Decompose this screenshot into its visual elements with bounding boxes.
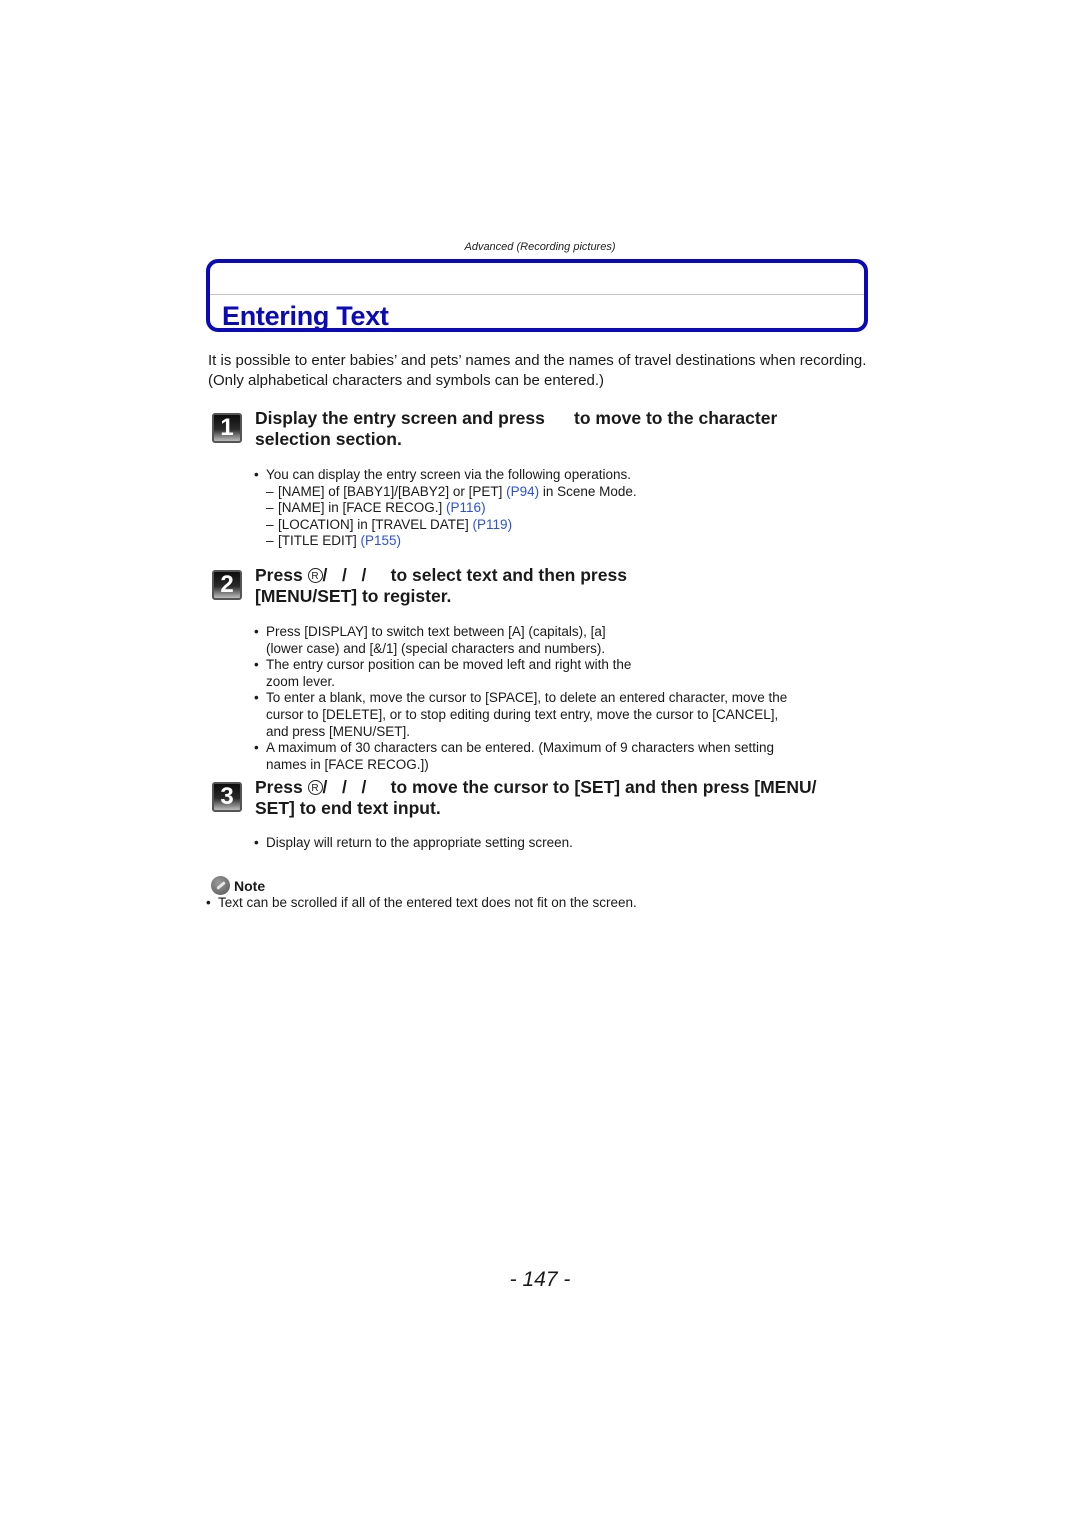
page-link-p116[interactable]: (P116) [446, 500, 486, 515]
step-title-text: / / / to move the cursor to [SET] and th… [322, 777, 817, 797]
note-heading: Note [211, 876, 265, 895]
bullet-item: A maximum of 30 characters can be entere… [254, 740, 787, 773]
step-number-badge: 1 [212, 413, 242, 443]
step-title-line: Press R / / / to select text and then pre… [255, 565, 627, 586]
step-number-badge: 2 [212, 570, 242, 600]
pencil-note-icon [211, 876, 230, 895]
bullet-item: Display will return to the appropriate s… [254, 835, 573, 852]
step-title-text: Press [255, 565, 308, 585]
intro-paragraph: It is possible to enter babies’ and pets… [208, 352, 867, 389]
sub-item: – [NAME] in [FACE RECOG.] (P116) [266, 500, 486, 516]
sub-item-text: [TITLE EDIT] [278, 533, 361, 549]
sub-item-text: [NAME] in [FACE RECOG.] [278, 500, 447, 516]
bullet-line: Press [DISPLAY] to switch text between [… [266, 624, 606, 639]
step-1-bullets: You can display the entry screen via the… [254, 467, 637, 550]
step-title-text: Press [255, 777, 308, 797]
bullet-line: A maximum of 30 characters can be entere… [266, 740, 774, 756]
title-box: Entering Text [206, 259, 868, 332]
step-title-line: [MENU/SET] to register. [255, 586, 452, 606]
step-title-text: / / / to select text and then press [322, 565, 627, 585]
step-title-line: Display the entry screen and press to mo… [255, 408, 778, 428]
sub-item: – [LOCATION] in [TRAVEL DATE] (P119) [266, 516, 513, 532]
sub-item-text: [LOCATION] in [TRAVEL DATE] [278, 516, 473, 532]
bullet-text: You can display the entry screen via the… [266, 467, 631, 482]
sub-item: – [NAME] of [BABY1]/[BABY2] or [PET] (P94… [266, 483, 637, 499]
step-title: Display the entry screen and press to mo… [255, 408, 777, 450]
bullet-line: and press [MENU/SET]. [266, 723, 411, 739]
step-title: Press R / / / to move the cursor to [SET]… [255, 777, 817, 819]
page-title: Entering Text [222, 301, 389, 331]
page-number: - 147 - [509, 1268, 571, 1291]
note-heading-text: Note [234, 878, 266, 894]
r-button-icon: R [307, 780, 323, 795]
bullet-item: Press [DISPLAY] to switch text between [… [254, 624, 787, 657]
bullet-line: names in [FACE RECOG.]) [266, 756, 429, 772]
sub-item-text: in Scene Mode. [539, 483, 637, 499]
sub-item: – [TITLE EDIT] (P155) [266, 533, 402, 549]
page-link-p94[interactable]: (P94) [506, 484, 539, 499]
title-divider [210, 294, 864, 295]
note-item: Text can be scrolled if all of the enter… [206, 895, 637, 912]
step-3-bullets: Display will return to the appropriate s… [254, 835, 573, 852]
step-title-line: SET] to end text input. [255, 798, 441, 818]
bullet-item: You can display the entry screen via the… [254, 467, 637, 550]
bullet-line: cursor to [DELETE], or to stop editing d… [266, 706, 779, 722]
step-title-line: selection section. [255, 429, 402, 449]
bullet-line: To enter a blank, move the cursor to [SP… [266, 690, 788, 706]
r-button-icon: R [307, 568, 323, 583]
bullet-item: To enter a blank, move the cursor to [SP… [254, 690, 787, 740]
step-title: Press R / / / to select text and then pre… [255, 565, 627, 607]
bullet-item: The entry cursor position can be moved l… [254, 657, 787, 690]
bullet-line: Display will return to the appropriate s… [266, 835, 573, 850]
step-number-badge: 3 [212, 782, 242, 812]
bullet-line: (lower case) and [&/1] (special characte… [266, 640, 606, 656]
bullet-line: zoom lever. [266, 673, 336, 689]
sub-item-text: [NAME] of [BABY1]/[BABY2] or [PET] [278, 483, 507, 499]
step-2-bullets: Press [DISPLAY] to switch text between [… [254, 624, 787, 773]
step-title-line: Press R / / / to move the cursor to [SET]… [255, 777, 817, 798]
page-link-p155[interactable]: (P155) [361, 533, 402, 548]
bullet-line: The entry cursor position can be moved l… [266, 657, 632, 673]
section-header-label: Advanced (Recording pictures) [464, 241, 616, 253]
page-link-p119[interactable]: (P119) [473, 517, 513, 532]
note-list: Text can be scrolled if all of the enter… [206, 895, 637, 912]
